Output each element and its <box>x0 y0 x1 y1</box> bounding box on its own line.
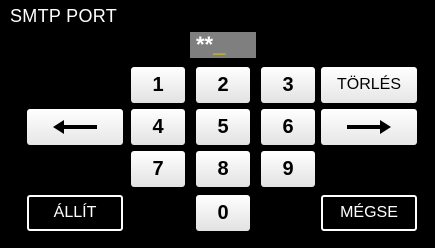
key-5[interactable]: 5 <box>196 109 250 145</box>
screen-title: SMTP PORT <box>10 6 118 26</box>
left-arrow-button[interactable] <box>27 109 123 145</box>
entry-cursor: _ <box>213 32 226 57</box>
arrow-right-icon <box>347 120 391 134</box>
entry-value: ** <box>196 32 214 57</box>
set-button[interactable]: ÁLLÍT <box>27 195 123 231</box>
key-9[interactable]: 9 <box>261 151 315 187</box>
arrow-left-icon <box>53 120 97 134</box>
key-4[interactable]: 4 <box>131 109 185 145</box>
key-1[interactable]: 1 <box>131 67 185 103</box>
port-entry-field: **_ <box>190 32 256 58</box>
key-8[interactable]: 8 <box>196 151 250 187</box>
key-7[interactable]: 7 <box>131 151 185 187</box>
right-arrow-button[interactable] <box>321 109 417 145</box>
delete-button[interactable]: TÖRLÉS <box>321 67 417 103</box>
cancel-button[interactable]: MÉGSE <box>321 195 417 231</box>
key-0[interactable]: 0 <box>196 195 250 231</box>
key-6[interactable]: 6 <box>261 109 315 145</box>
key-2[interactable]: 2 <box>196 67 250 103</box>
key-3[interactable]: 3 <box>261 67 315 103</box>
